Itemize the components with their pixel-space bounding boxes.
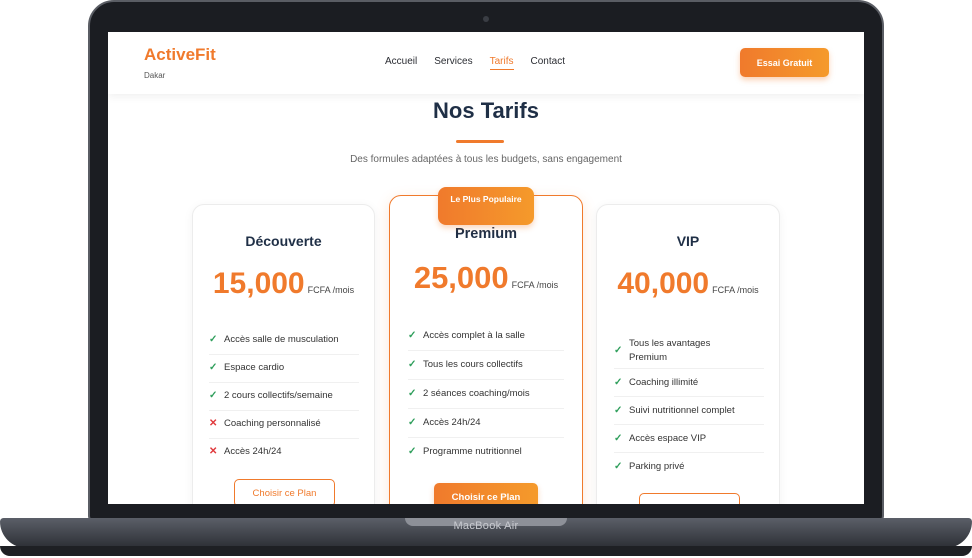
- feature-text: Programme nutritionnel: [423, 446, 522, 457]
- plan-name: VIP: [676, 233, 700, 249]
- feature-text: Accès espace VIP: [629, 433, 707, 444]
- cross-icon: ✕: [209, 418, 218, 429]
- main-nav: Accueil Services Tarifs Contact: [385, 56, 565, 70]
- feature-text: Accès 24h/24: [423, 417, 481, 428]
- feature-item: ✓ Accès complet à la salle: [408, 322, 564, 351]
- feature-item: ✓ Accès salle de musculation: [209, 327, 359, 355]
- plan-price-row: 40,000 FCFA /mois: [597, 267, 779, 301]
- plan-price-unit: FCFA /mois: [712, 285, 759, 295]
- choose-plan-button[interactable]: Choisir ce Plan: [234, 479, 335, 504]
- check-icon: ✓: [408, 417, 417, 428]
- plan-price-unit: FCFA /mois: [307, 285, 355, 295]
- check-icon: ✓: [209, 334, 218, 345]
- plan-card-premium: Premium 25,000 FCFA /mois ✓ Accès complet …: [389, 195, 583, 504]
- feature-item: ✓ Accès espace VIP: [614, 425, 764, 453]
- plan-name: Découverte: [245, 233, 322, 249]
- feature-text: Espace cardio: [224, 362, 285, 373]
- plan-price-row: 15,000 FCFA /mois: [193, 267, 374, 301]
- plan-features: ✓ Accès complet à la salle ✓ Tous les cour…: [408, 322, 564, 467]
- nav-services[interactable]: Services: [434, 56, 472, 70]
- plan-features: ✓ Tous les avantages Premium ✓ Coaching il…: [614, 327, 764, 481]
- feature-item: ✓ 2 cours collectifs/semaine: [209, 383, 359, 411]
- feature-text: Tous les avantages Premium: [629, 337, 711, 363]
- check-icon: ✓: [209, 390, 218, 401]
- check-icon: ✓: [614, 405, 623, 416]
- laptop-feet: [0, 546, 972, 556]
- check-icon: ✓: [408, 388, 417, 399]
- plan-price: 15,000: [212, 267, 305, 300]
- title-underline: [456, 140, 504, 143]
- feature-item: ✓ Espace cardio: [209, 355, 359, 383]
- plan-price: 25,000: [413, 260, 509, 295]
- feature-item: ✓ Programme nutritionnel: [408, 438, 564, 467]
- feature-item: ✕ Accès 24h/24: [209, 439, 359, 467]
- feature-text: 2 séances coaching/mois: [423, 388, 530, 399]
- choose-plan-button[interactable]: Choisir ce Plan: [434, 483, 538, 504]
- nav-accueil[interactable]: Accueil: [385, 56, 417, 70]
- feature-text: Accès salle de musculation: [224, 334, 339, 345]
- plan-price-unit: FCFA /mois: [511, 280, 559, 290]
- check-icon: ✓: [614, 433, 623, 444]
- section-title: Nos Tarifs: [433, 98, 539, 123]
- feature-text: Accès 24h/24: [224, 446, 282, 457]
- cross-icon: ✕: [209, 446, 218, 457]
- check-icon: ✓: [614, 344, 623, 356]
- feature-item: ✓ Tous les cours collectifs: [408, 351, 564, 380]
- feature-item: ✓ Suivi nutritionnel complet: [614, 397, 764, 425]
- section-subtitle: Des formules adaptées à tous les budgets…: [350, 154, 622, 165]
- brand-logo[interactable]: ActiveFit: [144, 45, 216, 65]
- site-header: ActiveFit Dakar Accueil Services Tarifs …: [108, 32, 864, 94]
- brand-location: Dakar: [144, 71, 166, 80]
- check-icon: ✓: [614, 377, 623, 388]
- feature-text: 2 cours collectifs/semaine: [224, 390, 333, 401]
- laptop-frame: ActiveFit Dakar Accueil Services Tarifs …: [0, 0, 972, 558]
- feature-item: ✓ Tous les avantages Premium: [614, 327, 764, 369]
- plan-name: Premium: [454, 226, 518, 242]
- check-icon: ✓: [408, 330, 417, 341]
- feature-text: Coaching illimité: [629, 377, 699, 388]
- feature-text: Coaching personnalisé: [224, 418, 321, 429]
- plan-features: ✓ Accès salle de musculation ✓ Espace card…: [209, 327, 359, 467]
- feature-text: Parking privé: [629, 461, 685, 472]
- popular-badge: Le Plus Populaire: [438, 187, 534, 225]
- feature-item: ✕ Coaching personnalisé: [209, 411, 359, 439]
- plan-card-vip: VIP 40,000 FCFA /mois ✓ Tous les avantages…: [596, 204, 780, 504]
- plan-card-decouverte: Découverte 15,000 FCFA /mois ✓ Accès salle…: [192, 204, 375, 504]
- check-icon: ✓: [209, 362, 218, 373]
- plan-price-row: 25,000 FCFA /mois: [390, 260, 582, 296]
- feature-text: Suivi nutritionnel complet: [629, 405, 735, 416]
- feature-item: ✓ 2 séances coaching/mois: [408, 380, 564, 409]
- check-icon: ✓: [614, 461, 623, 472]
- feature-item: ✓ Accès 24h/24: [408, 409, 564, 438]
- choose-plan-button[interactable]: [639, 493, 740, 504]
- device-label: MacBook Air: [453, 520, 519, 532]
- check-icon: ✓: [408, 446, 417, 457]
- feature-text: Accès complet à la salle: [423, 330, 525, 341]
- check-icon: ✓: [408, 359, 417, 370]
- nav-contact[interactable]: Contact: [531, 56, 565, 70]
- camera-icon: [483, 16, 489, 22]
- nav-tarifs[interactable]: Tarifs: [489, 56, 514, 70]
- free-trial-button[interactable]: Essai Gratuit: [740, 48, 829, 77]
- feature-text: Tous les cours collectifs: [423, 359, 523, 370]
- feature-item: ✓ Parking privé: [614, 453, 764, 481]
- feature-item: ✓ Coaching illimité: [614, 369, 764, 397]
- plan-price: 40,000: [617, 267, 710, 300]
- browser-screen: ActiveFit Dakar Accueil Services Tarifs …: [108, 32, 864, 504]
